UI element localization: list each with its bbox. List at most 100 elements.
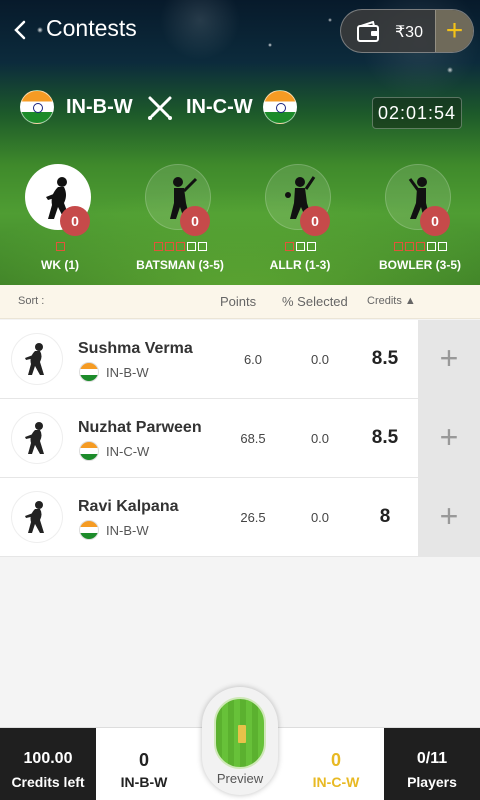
pitch-icon [238, 725, 246, 743]
slot-box [306, 242, 316, 251]
team1-count: 0 [138, 750, 149, 770]
player-row[interactable]: Ravi Kalpana IN-B-W 26.5 0.0 8 + [0, 478, 480, 557]
role-label: WK (1) [41, 258, 79, 272]
player-name: Nuzhat Parween [78, 419, 202, 436]
wallet-amount: ₹30 [395, 24, 423, 41]
player-points: 6.0 [243, 352, 263, 367]
add-cash-button[interactable]: + [435, 10, 473, 52]
player-row[interactable]: Sushma Verma IN-B-W 6.0 0.0 8.5 + [0, 320, 480, 399]
player-credits: 8 [379, 506, 391, 527]
player-selected: 0.0 [310, 352, 330, 367]
sort-selected[interactable]: % Selected [282, 294, 348, 309]
match-hero: Contests ₹30 + IN-B-W IN-C-W 02:01:54 0 … [0, 0, 480, 285]
player-team-flag [79, 362, 99, 382]
player-team: IN-C-W [106, 444, 150, 459]
sort-bar: Sort : Points % Selected Credits ▲ [0, 285, 480, 319]
slot-box [197, 242, 207, 251]
field-icon [214, 697, 266, 769]
wicket-keeper-icon [25, 501, 44, 533]
team1-count-panel: 0 IN-B-W [96, 728, 192, 800]
player-list: Sushma Verma IN-B-W 6.0 0.0 8.5 + Nuzhat… [0, 320, 480, 557]
crossed-bats-icon [148, 96, 172, 120]
sort-label: Sort : [18, 295, 45, 307]
role-tab-bowl[interactable]: 0 BOWLER (3-5) [360, 160, 480, 275]
player-team-flag [79, 520, 99, 540]
role-count-badge: 0 [300, 206, 330, 236]
role-count-badge: 0 [60, 206, 90, 236]
team2-flag [263, 90, 297, 124]
role-count-badge: 0 [180, 206, 210, 236]
preview-button[interactable]: Preview [202, 687, 278, 800]
role-count-badge: 0 [420, 206, 450, 236]
role-tab-allr[interactable]: 0 ALLR (1-3) [240, 160, 360, 275]
add-player-button[interactable]: + [418, 320, 480, 399]
add-player-button[interactable]: + [418, 399, 480, 478]
slot-box [415, 242, 425, 251]
player-avatar [12, 492, 62, 542]
match-countdown: 02:01:54 [372, 97, 462, 129]
role-selector: 0 WK (1) 0 BATSMAN (3-5) 0 ALLR (1-3) 0 … [0, 160, 480, 280]
role-slots [240, 242, 360, 251]
plus-icon: + [439, 498, 459, 534]
team2-name: IN-C-W [186, 96, 253, 118]
player-points: 68.5 [240, 431, 266, 446]
slot-box [437, 242, 447, 251]
top-bar: Contests ₹30 + [0, 0, 480, 62]
slot-box [393, 242, 403, 251]
team1-flag [20, 90, 54, 124]
player-team: IN-B-W [106, 523, 149, 538]
slot-box [404, 242, 414, 251]
player-team-flag [79, 441, 99, 461]
wallet-icon [357, 21, 379, 42]
player-credits: 8.5 [371, 348, 399, 369]
plus-icon: + [439, 340, 459, 376]
credits-left-panel: 100.00 Credits left [0, 728, 96, 800]
player-selected: 0.0 [310, 510, 330, 525]
players-value: 0/11 [416, 750, 448, 767]
wallet-balance[interactable]: ₹30 + [340, 9, 474, 53]
player-points: 26.5 [240, 510, 266, 525]
slot-box [55, 242, 65, 251]
role-tab-wk[interactable]: 0 WK (1) [0, 160, 120, 275]
team1-name: IN-B-W [66, 96, 133, 118]
role-slots [360, 242, 480, 251]
slot-box [426, 242, 436, 251]
back-icon[interactable] [12, 20, 28, 40]
player-avatar [12, 334, 62, 384]
player-avatar [12, 413, 62, 463]
slot-box [284, 242, 294, 251]
preview-label: Preview [216, 771, 264, 786]
sort-points[interactable]: Points [220, 294, 256, 309]
player-name: Ravi Kalpana [78, 498, 179, 515]
credits-left-label: Credits left [11, 774, 85, 790]
player-name: Sushma Verma [78, 340, 193, 357]
slot-box [153, 242, 163, 251]
add-player-button[interactable]: + [418, 478, 480, 557]
team1-label: IN-B-W [120, 774, 168, 790]
role-slots [120, 242, 240, 251]
player-row[interactable]: Nuzhat Parween IN-C-W 68.5 0.0 8.5 + [0, 399, 480, 478]
wicket-keeper-icon [25, 422, 44, 454]
player-team: IN-B-W [106, 365, 149, 380]
credits-left-value: 100.00 [23, 750, 73, 767]
player-selected: 0.0 [310, 431, 330, 446]
team2-label: IN-C-W [312, 774, 360, 790]
sort-credits[interactable]: Credits ▲ [367, 295, 416, 307]
role-label: BATSMAN (3-5) [136, 258, 224, 272]
team2-count: 0 [330, 750, 341, 770]
players-panel: 0/11 Players [384, 728, 480, 800]
wicket-keeper-icon [25, 343, 44, 375]
player-credits: 8.5 [371, 427, 399, 448]
role-tab-bat[interactable]: 0 BATSMAN (3-5) [120, 160, 240, 275]
slot-box [186, 242, 196, 251]
slot-box [164, 242, 174, 251]
players-label: Players [407, 774, 457, 790]
role-slots [0, 242, 120, 251]
plus-icon: + [439, 419, 459, 455]
page-title: Contests [46, 15, 137, 41]
role-label: BOWLER (3-5) [379, 258, 461, 272]
team2-count-panel: 0 IN-C-W [288, 728, 384, 800]
role-label: ALLR (1-3) [269, 258, 331, 272]
slot-box [295, 242, 305, 251]
slot-box [175, 242, 185, 251]
